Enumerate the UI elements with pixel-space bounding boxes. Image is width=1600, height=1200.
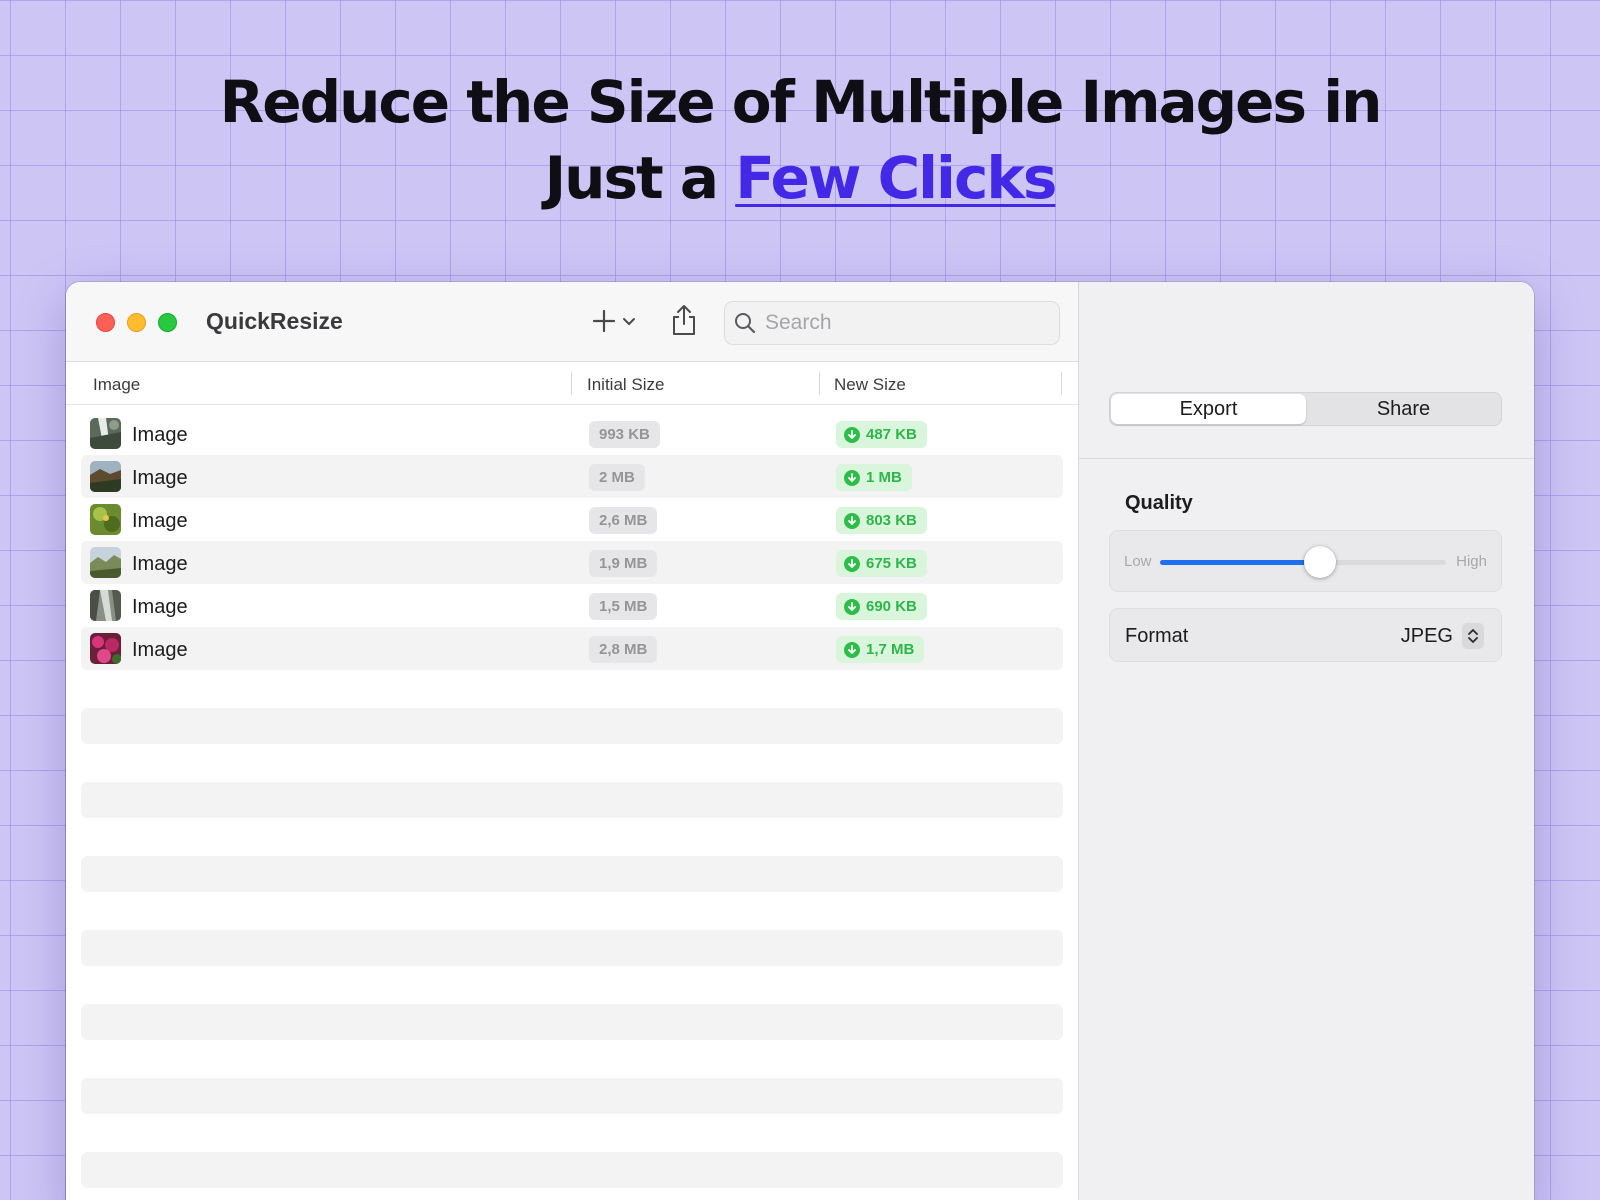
image-thumbnail bbox=[90, 461, 121, 492]
app-window: QuickResize Image Initial Size New Size bbox=[66, 282, 1534, 1200]
initial-size-badge: 993 KB bbox=[589, 421, 660, 448]
arrow-down-circle-icon bbox=[844, 426, 860, 443]
table-row[interactable]: Image 1,9 MB 675 KB bbox=[81, 541, 1063, 584]
image-thumbnail bbox=[90, 418, 121, 449]
toolbar: QuickResize bbox=[66, 282, 1078, 362]
close-window-button[interactable] bbox=[96, 313, 115, 332]
new-size-badge: 1 MB bbox=[836, 464, 912, 491]
empty-row bbox=[81, 930, 1063, 966]
divider bbox=[1079, 458, 1534, 459]
quality-label: Quality bbox=[1125, 492, 1193, 514]
add-images-button[interactable] bbox=[586, 306, 650, 340]
initial-size-badge: 2,6 MB bbox=[589, 507, 658, 534]
arrow-down-circle-icon bbox=[844, 469, 860, 486]
initial-size-badge: 2,8 MB bbox=[589, 636, 658, 663]
table-header: Image Initial Size New Size bbox=[66, 363, 1078, 405]
quality-slider-thumb[interactable] bbox=[1304, 546, 1337, 578]
table-row[interactable]: Image 2 MB 1 MB bbox=[81, 455, 1063, 498]
table-row[interactable]: Image 2,6 MB 803 KB bbox=[81, 498, 1063, 541]
empty-row bbox=[81, 782, 1063, 818]
headline-line-2: Just a Few Clicks bbox=[0, 140, 1600, 216]
headline-accent: Few Clicks bbox=[735, 144, 1057, 212]
arrow-down-circle-icon bbox=[844, 512, 860, 529]
new-size-badge: 690 KB bbox=[836, 593, 927, 620]
search-icon bbox=[725, 312, 765, 334]
table-row[interactable]: Image 993 KB 487 KB bbox=[81, 412, 1063, 455]
column-header-image[interactable]: Image bbox=[93, 375, 140, 395]
new-size-value: 487 KB bbox=[866, 426, 917, 443]
minimize-window-button[interactable] bbox=[127, 313, 146, 332]
new-size-badge: 675 KB bbox=[836, 550, 927, 577]
empty-row bbox=[81, 856, 1063, 892]
image-name: Image bbox=[132, 553, 188, 575]
image-name: Image bbox=[132, 596, 188, 618]
app-title: QuickResize bbox=[206, 308, 343, 334]
image-name: Image bbox=[132, 639, 188, 661]
chevron-down-icon bbox=[622, 314, 636, 332]
arrow-down-circle-icon bbox=[844, 555, 860, 572]
arrow-down-circle-icon bbox=[844, 641, 860, 658]
empty-row bbox=[81, 1152, 1063, 1188]
tab-share[interactable]: Share bbox=[1306, 394, 1501, 424]
column-divider[interactable] bbox=[571, 372, 572, 395]
search-input[interactable] bbox=[765, 311, 1045, 335]
share-button[interactable] bbox=[668, 302, 700, 342]
new-size-value: 675 KB bbox=[866, 555, 917, 572]
table-row[interactable]: Image 2,8 MB 1,7 MB bbox=[81, 627, 1063, 670]
column-header-initial-size[interactable]: Initial Size bbox=[587, 375, 664, 395]
quality-panel: Low High bbox=[1109, 530, 1502, 592]
format-label: Format bbox=[1125, 625, 1189, 647]
headline-line-1: Reduce the Size of Multiple Images in bbox=[219, 68, 1383, 136]
quality-slider[interactable] bbox=[1160, 546, 1446, 578]
image-list: Image 993 KB 487 KB Image 2 MB 1 MB Imag… bbox=[81, 412, 1063, 670]
image-name: Image bbox=[132, 510, 188, 532]
column-header-new-size[interactable]: New Size bbox=[834, 375, 906, 395]
new-size-value: 803 KB bbox=[866, 512, 917, 529]
chevron-up-down-icon[interactable] bbox=[1462, 623, 1484, 649]
headline: Reduce the Size of Multiple Images in Ju… bbox=[0, 64, 1600, 216]
empty-row bbox=[81, 1078, 1063, 1114]
empty-row bbox=[81, 1004, 1063, 1040]
new-size-badge: 1,7 MB bbox=[836, 636, 925, 663]
new-size-value: 1,7 MB bbox=[866, 641, 915, 658]
image-thumbnail bbox=[90, 590, 121, 621]
arrow-down-circle-icon bbox=[844, 598, 860, 615]
table-row[interactable]: Image 1,5 MB 690 KB bbox=[81, 584, 1063, 627]
inspector-sidebar: Export Share Quality Low High Format JPE… bbox=[1078, 282, 1534, 1200]
zoom-window-button[interactable] bbox=[158, 313, 177, 332]
new-size-badge: 803 KB bbox=[836, 507, 927, 534]
quality-low-label: Low bbox=[1124, 553, 1152, 570]
empty-row bbox=[81, 708, 1063, 744]
share-icon bbox=[671, 304, 697, 341]
tab-export[interactable]: Export bbox=[1111, 394, 1306, 424]
image-thumbnail bbox=[90, 633, 121, 664]
column-divider[interactable] bbox=[819, 372, 820, 395]
initial-size-badge: 1,9 MB bbox=[589, 550, 658, 577]
new-size-value: 690 KB bbox=[866, 598, 917, 615]
new-size-value: 1 MB bbox=[866, 469, 902, 486]
initial-size-badge: 2 MB bbox=[589, 464, 645, 491]
format-row[interactable]: Format JPEG bbox=[1109, 608, 1502, 662]
plus-icon bbox=[592, 309, 616, 338]
new-size-badge: 487 KB bbox=[836, 421, 927, 448]
image-name: Image bbox=[132, 467, 188, 489]
image-name: Image bbox=[132, 424, 188, 446]
quality-high-label: High bbox=[1456, 553, 1487, 570]
search-field[interactable] bbox=[724, 301, 1060, 345]
headline-prefix: Just a bbox=[544, 144, 736, 212]
image-thumbnail bbox=[90, 547, 121, 578]
initial-size-badge: 1,5 MB bbox=[589, 593, 658, 620]
column-divider[interactable] bbox=[1061, 372, 1062, 395]
quality-slider-fill bbox=[1160, 560, 1321, 565]
format-value[interactable]: JPEG bbox=[1401, 625, 1453, 648]
export-share-segmented-control: Export Share bbox=[1109, 392, 1502, 426]
image-thumbnail bbox=[90, 504, 121, 535]
